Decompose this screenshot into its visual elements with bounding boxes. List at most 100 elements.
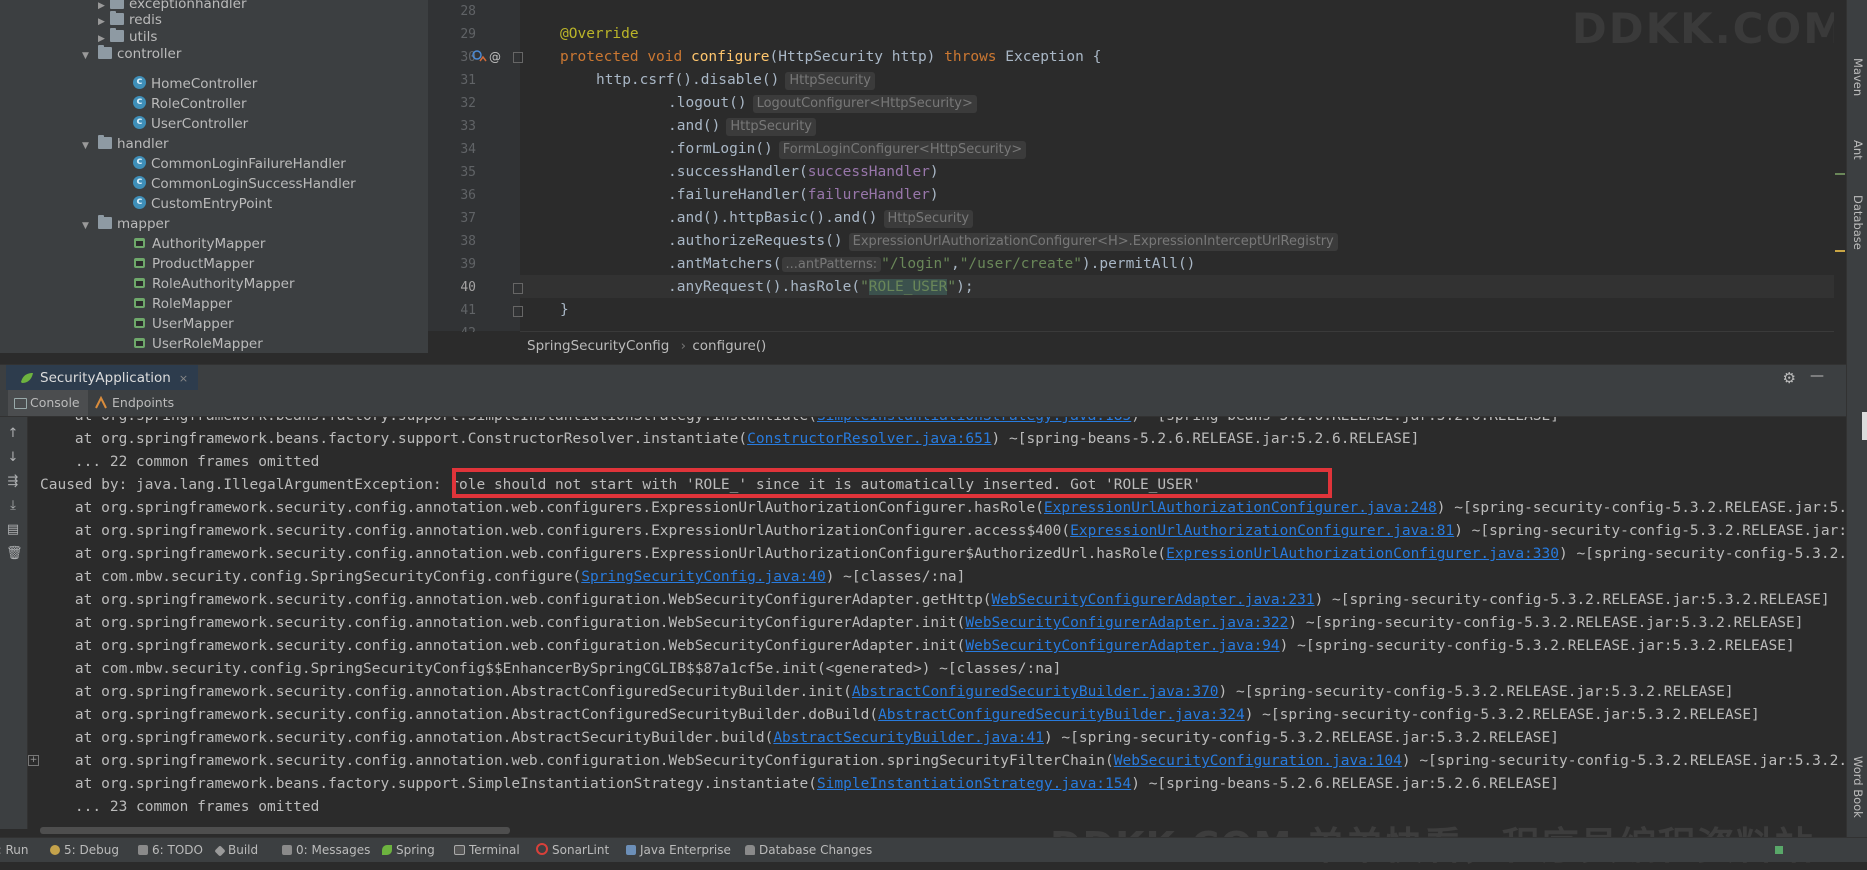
breadcrumb-class[interactable]: SpringSecurityConfig bbox=[527, 338, 669, 354]
tree-folder-mapper[interactable]: ▼ mapper bbox=[82, 214, 169, 234]
tree-interface-usermapper[interactable]: UserMapper bbox=[133, 314, 234, 334]
expand-icon[interactable]: + bbox=[28, 755, 39, 766]
database-changes-icon bbox=[745, 845, 755, 855]
tree-class-customentrypoint[interactable]: CustomEntryPoint bbox=[133, 192, 272, 214]
sonarlint-tool-button[interactable]: SonarLint bbox=[536, 838, 609, 862]
arrow-down-icon[interactable]: ↓ bbox=[6, 451, 20, 465]
build-tool-button[interactable]: Build bbox=[214, 838, 258, 862]
todo-tool-button[interactable]: 6: TODO bbox=[138, 838, 203, 862]
tree-class-commonloginfailurehandler[interactable]: CommonLoginFailureHandler bbox=[133, 152, 346, 174]
stacktrace-link[interactable]: SimpleInstantiationStrategy.java:185 bbox=[817, 417, 1131, 424]
trash-icon[interactable]: 🗑 bbox=[6, 547, 23, 561]
tree-folder-controller[interactable]: ▼ controller bbox=[82, 44, 181, 64]
run-tab-security-application[interactable]: SecurityApplication × bbox=[6, 365, 199, 393]
editor-error-stripe[interactable] bbox=[1834, 0, 1846, 331]
sonarlint-icon bbox=[536, 843, 548, 855]
breadcrumb-separator-icon: › bbox=[680, 338, 687, 354]
tree-class-commonloginsuccesshandler[interactable]: CommonLoginSuccessHandler bbox=[133, 172, 356, 194]
tree-interface-userrolemapper[interactable]: UserRoleMapper bbox=[133, 334, 263, 353]
chevron-down-icon[interactable]: ▼ bbox=[82, 136, 94, 156]
folder-icon bbox=[98, 135, 112, 149]
stacktrace-link[interactable]: AbstractConfiguredSecurityBuilder.java:3… bbox=[878, 707, 1245, 723]
code-line-36: .failureHandler(failureHandler) bbox=[668, 187, 939, 203]
fold-icon[interactable] bbox=[513, 52, 523, 63]
breadcrumb-method[interactable]: configure() bbox=[692, 338, 766, 354]
console-line: at org.springframework.security.config.a… bbox=[40, 684, 1734, 700]
console-line: at com.mbw.security.config.SpringSecurit… bbox=[40, 569, 966, 585]
debug-tool-button[interactable]: 5: Debug bbox=[50, 838, 119, 862]
console-icon bbox=[14, 398, 27, 409]
tree-interface-authoritymapper[interactable]: AuthorityMapper bbox=[133, 234, 265, 254]
tree-class-usercontroller[interactable]: UserController bbox=[133, 112, 248, 134]
stacktrace-link[interactable]: ExpressionUrlAuthorizationConfigurer.jav… bbox=[1166, 546, 1559, 562]
spring-tool-button[interactable]: Spring bbox=[382, 838, 435, 862]
code-line-30: protected void configure(HttpSecurity ht… bbox=[560, 49, 1102, 65]
chevron-down-icon[interactable]: ▼ bbox=[82, 46, 94, 66]
gear-icon[interactable]: ⚙ bbox=[1783, 369, 1796, 387]
watermark: DDKK.COM bbox=[1571, 4, 1847, 53]
code-line-40: .anyRequest().hasRole("ROLE_USER"); bbox=[668, 279, 974, 295]
arrow-up-icon[interactable]: ↑ bbox=[6, 427, 20, 441]
stacktrace-link[interactable]: SimpleInstantiationStrategy.java:154 bbox=[817, 776, 1131, 792]
stacktrace-link[interactable]: WebSecurityConfigurerAdapter.java:94 bbox=[965, 638, 1279, 654]
stacktrace-link[interactable]: ConstructorResolver.java:651 bbox=[747, 431, 991, 447]
line-number: 33 bbox=[460, 119, 476, 134]
line-number: 36 bbox=[460, 188, 476, 203]
console-vertical-scrollbar[interactable] bbox=[1862, 412, 1867, 440]
chevron-down-icon[interactable]: ▼ bbox=[82, 216, 94, 236]
messages-tool-button[interactable]: 0: Messages bbox=[282, 838, 370, 862]
stacktrace-link[interactable]: SpringSecurityConfig.java:40 bbox=[581, 569, 825, 585]
type-hint: FormLoginConfigurer<HttpSecurity> bbox=[778, 141, 1027, 159]
tab-endpoints[interactable]: Endpoints bbox=[90, 390, 182, 416]
tree-interface-rolemapper[interactable]: RoleMapper bbox=[133, 294, 232, 314]
scroll-to-end-icon[interactable]: ⤓ bbox=[6, 499, 20, 513]
soft-wrap-icon[interactable]: ⇶ bbox=[6, 475, 20, 489]
console-horizontal-scrollbar[interactable] bbox=[40, 827, 510, 834]
tree-folder-handler[interactable]: ▼ handler bbox=[82, 134, 169, 154]
java-enterprise-tool-button[interactable]: Java Enterprise bbox=[626, 838, 731, 862]
interface-icon bbox=[133, 317, 147, 329]
warning-marker[interactable] bbox=[1835, 250, 1845, 252]
run-tool-button[interactable]: 4: Run bbox=[0, 838, 29, 862]
code-line-29: @Override bbox=[560, 26, 639, 42]
minimize-icon[interactable]: — bbox=[1810, 368, 1824, 384]
stacktrace-link[interactable]: AbstractConfiguredSecurityBuilder.java:3… bbox=[852, 684, 1219, 700]
run-tool-window-header: SecurityApplication × ⚙ — bbox=[0, 364, 1846, 393]
code-line-41: } bbox=[560, 302, 569, 318]
tab-console[interactable]: Console bbox=[8, 390, 88, 416]
line-number: 29 bbox=[460, 27, 476, 42]
tree-class-rolecontroller[interactable]: RoleController bbox=[133, 92, 247, 114]
ant-tool-button[interactable]: Ant bbox=[1851, 140, 1865, 160]
build-icon bbox=[214, 845, 226, 857]
print-icon[interactable]: ▤ bbox=[6, 523, 20, 537]
run-subtabs: Console Endpoints bbox=[0, 390, 1846, 417]
class-icon bbox=[133, 92, 146, 112]
tree-interface-roleauthoritymapper[interactable]: RoleAuthorityMapper bbox=[133, 274, 295, 294]
database-tool-button[interactable]: Database bbox=[1851, 195, 1865, 250]
override-marker-icon bbox=[472, 50, 482, 60]
code-line-34: .formLogin() FormLoginConfigurer<HttpSecu… bbox=[668, 138, 1027, 161]
interface-icon bbox=[133, 337, 147, 349]
word-book-tool-button[interactable]: Word Book bbox=[1851, 756, 1865, 818]
tree-interface-productmapper[interactable]: ProductMapper bbox=[133, 254, 254, 274]
fold-icon[interactable] bbox=[513, 306, 523, 317]
database-changes-tool-button[interactable]: Database Changes bbox=[745, 838, 872, 862]
close-icon[interactable]: × bbox=[179, 372, 188, 385]
change-marker[interactable] bbox=[1835, 173, 1845, 175]
stacktrace-link[interactable]: ExpressionUrlAuthorizationConfigurer.jav… bbox=[1044, 500, 1437, 516]
stacktrace-link[interactable]: AbstractSecurityBuilder.java:41 bbox=[773, 730, 1044, 746]
maven-tool-button[interactable]: Maven bbox=[1851, 58, 1865, 96]
stacktrace-link[interactable]: WebSecurityConfigurerAdapter.java:322 bbox=[965, 615, 1288, 631]
tree-class-homecontroller[interactable]: HomeController bbox=[133, 72, 257, 94]
override-gutter-icons[interactable]: @ bbox=[471, 49, 507, 65]
fold-icon[interactable] bbox=[513, 283, 523, 294]
code-line-39: .antMatchers(...antPatterns: "/login","/u… bbox=[668, 256, 1196, 272]
folder-icon bbox=[110, 28, 124, 42]
line-number: 28 bbox=[460, 4, 476, 19]
stacktrace-link[interactable]: ExpressionUrlAuthorizationConfigurer.jav… bbox=[1070, 523, 1454, 539]
type-hint: LogoutConfigurer<HttpSecurity> bbox=[752, 95, 977, 113]
java-enterprise-icon bbox=[626, 845, 636, 855]
terminal-tool-button[interactable]: Terminal bbox=[454, 838, 520, 862]
stacktrace-link[interactable]: WebSecurityConfiguration.java:104 bbox=[1114, 753, 1402, 769]
stacktrace-link[interactable]: WebSecurityConfigurerAdapter.java:231 bbox=[992, 592, 1315, 608]
